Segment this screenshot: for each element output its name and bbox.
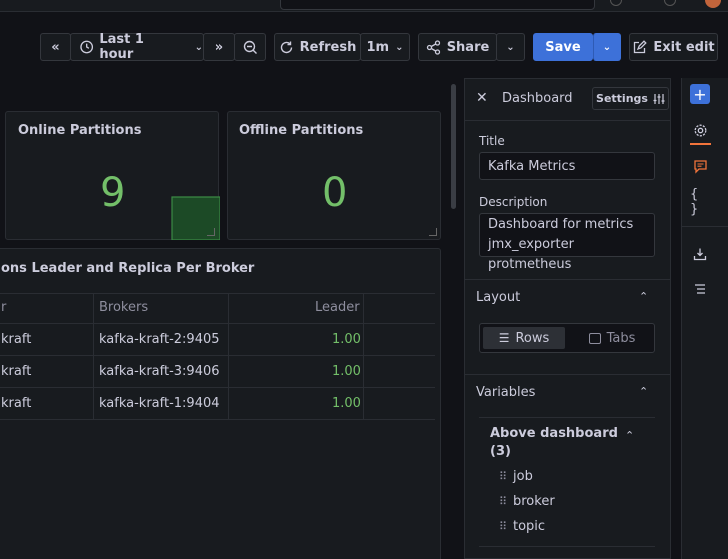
panel-title: Online Partitions	[18, 123, 142, 138]
top-nav-strip	[0, 0, 728, 12]
resize-handle[interactable]	[429, 228, 437, 236]
settings-label: Settings	[596, 92, 648, 105]
online-partitions-panel[interactable]: Online Partitions 9	[5, 111, 220, 240]
title-input[interactable]: Kafka Metrics	[479, 152, 655, 180]
close-icon[interactable]: ✕	[476, 90, 488, 106]
chevron-down-icon: ⌄	[395, 41, 404, 53]
above-dashboard-group[interactable]: Above dashboard (3)	[490, 425, 618, 461]
column-header[interactable]: r	[1, 300, 6, 315]
share-icon	[426, 39, 440, 55]
description-textarea[interactable]: Dashboard for metrics jmx_exporter protm…	[479, 213, 655, 272]
column-header[interactable]: Leader	[315, 300, 360, 315]
edit-icon	[634, 39, 648, 53]
time-shift-back-button[interactable]: «	[40, 33, 71, 61]
save-options-button[interactable]: ⌄	[593, 33, 621, 61]
scrollbar[interactable]	[451, 84, 456, 209]
code-icon[interactable]: { }	[690, 187, 710, 217]
rows-option[interactable]: ☰ Rows	[483, 327, 565, 349]
save-label: Save	[545, 39, 581, 55]
exit-edit-label: Exit edit	[653, 39, 715, 55]
resize-handle[interactable]	[207, 228, 215, 236]
clock-icon	[80, 40, 94, 54]
stat-value: 0	[322, 170, 348, 216]
save-button[interactable]: Save	[533, 33, 593, 61]
outline-icon[interactable]	[690, 279, 710, 299]
share-options-button[interactable]: ⌄	[496, 33, 525, 61]
panel-title: ons Leader and Replica Per Broker	[1, 261, 255, 276]
share-button[interactable]: Share	[418, 33, 497, 61]
exit-edit-button[interactable]: Exit edit	[629, 33, 718, 61]
help-icon[interactable]	[610, 0, 622, 6]
stat-value: 9	[100, 170, 126, 216]
offline-partitions-panel[interactable]: Offline Partitions 0	[227, 111, 441, 240]
add-icon[interactable]: +	[690, 84, 710, 104]
sliders-icon	[653, 93, 665, 104]
title-label: Title	[479, 134, 505, 148]
avatar[interactable]	[705, 0, 721, 8]
chevron-down-icon: ⌄	[194, 41, 203, 53]
chevrons-right-icon: »	[214, 39, 224, 55]
gear-icon[interactable]	[690, 120, 710, 140]
layout-section-header[interactable]: Layout	[476, 290, 520, 305]
active-indicator	[690, 143, 711, 145]
description-label: Description	[479, 195, 548, 209]
chevron-down-icon: ⌄	[506, 41, 515, 53]
comment-icon[interactable]	[690, 156, 710, 176]
time-range-label: Last 1 hour	[99, 32, 144, 62]
share-label: Share	[446, 39, 490, 55]
refresh-interval-picker[interactable]: 1m ⌄	[360, 33, 410, 61]
zoom-out-button[interactable]	[234, 33, 266, 61]
zoom-out-icon	[243, 40, 257, 54]
list-icon: ☰	[498, 331, 510, 345]
variables-section-header[interactable]: Variables	[476, 385, 535, 400]
refresh-label: Refresh	[299, 39, 357, 55]
chevron-up-icon[interactable]: ⌃	[639, 290, 648, 303]
panel-title: Offline Partitions	[239, 123, 364, 138]
chevron-down-icon: ⌄	[602, 41, 612, 53]
settings-button[interactable]: Settings	[592, 87, 669, 110]
refresh-button[interactable]: Refresh	[274, 33, 361, 61]
table-panel[interactable]: ons Leader and Replica Per Broker r Brok…	[0, 248, 441, 559]
chevron-up-icon[interactable]: ⌃	[639, 385, 648, 398]
column-header[interactable]: Brokers	[99, 300, 148, 315]
drag-handle-icon[interactable]: ⠿	[499, 495, 507, 508]
pane-title: Dashboard	[502, 91, 573, 106]
layout-toggle: ☰ Rows Tabs	[479, 323, 655, 353]
edit-rail: + { }	[681, 78, 728, 559]
time-range-picker[interactable]: Last 1 hour ⌄	[70, 32, 204, 62]
news-icon[interactable]	[664, 0, 676, 6]
tabs-option[interactable]: Tabs	[572, 327, 652, 349]
dashboard-settings-pane: ✕ Dashboard Settings Title Kafka Metrics…	[464, 78, 671, 559]
tabs-icon	[588, 332, 601, 344]
chevron-up-icon[interactable]: ⌃	[625, 429, 634, 442]
search-bar[interactable]	[280, 0, 595, 10]
refresh-icon	[280, 41, 292, 53]
interval-label: 1m	[366, 39, 390, 55]
chevrons-left-icon: «	[51, 39, 60, 55]
drag-handle-icon[interactable]: ⠿	[499, 520, 507, 533]
drag-handle-icon[interactable]: ⠿	[499, 470, 507, 483]
variable-item[interactable]: ⠿ topic	[499, 519, 545, 534]
variable-item[interactable]: ⠿ job	[499, 469, 533, 484]
import-icon[interactable]	[690, 244, 710, 264]
variable-item[interactable]: ⠿ broker	[499, 494, 555, 509]
time-shift-forward-button[interactable]: »	[203, 33, 235, 61]
